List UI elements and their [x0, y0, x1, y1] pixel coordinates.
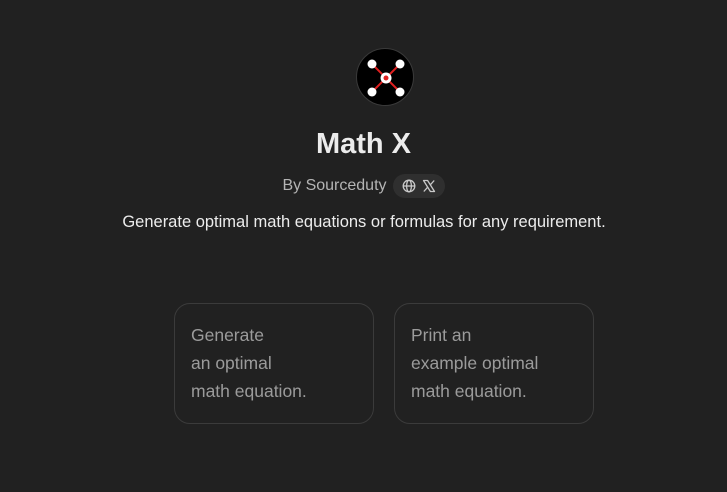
gpt-name: Math X	[315, 128, 412, 160]
gpt-landing-page: Math X By Sourceduty Generate optimal ma…	[0, 0, 727, 492]
conversation-starter[interactable]: Print an example optimal math equation.	[394, 303, 594, 424]
starter-text: example optimal	[411, 353, 539, 373]
gpt-logo	[356, 48, 414, 106]
starter-text: an optimal	[191, 353, 272, 373]
globe-icon[interactable]	[402, 179, 416, 193]
starter-text: math equation.	[411, 381, 527, 401]
social-links[interactable]	[392, 174, 445, 198]
conversation-starter[interactable]: Generate an optimal math equation.	[174, 303, 374, 424]
starter-text: math equation.	[191, 381, 307, 401]
author-row: By Sourceduty	[0, 174, 727, 198]
author-byline: By Sourceduty	[282, 177, 387, 194]
x-logo-icon[interactable]	[422, 179, 436, 193]
starter-text: Generate	[191, 325, 264, 345]
starter-text: Print an	[411, 325, 472, 345]
gpt-description: Generate optimal math equations or formu…	[122, 213, 606, 231]
